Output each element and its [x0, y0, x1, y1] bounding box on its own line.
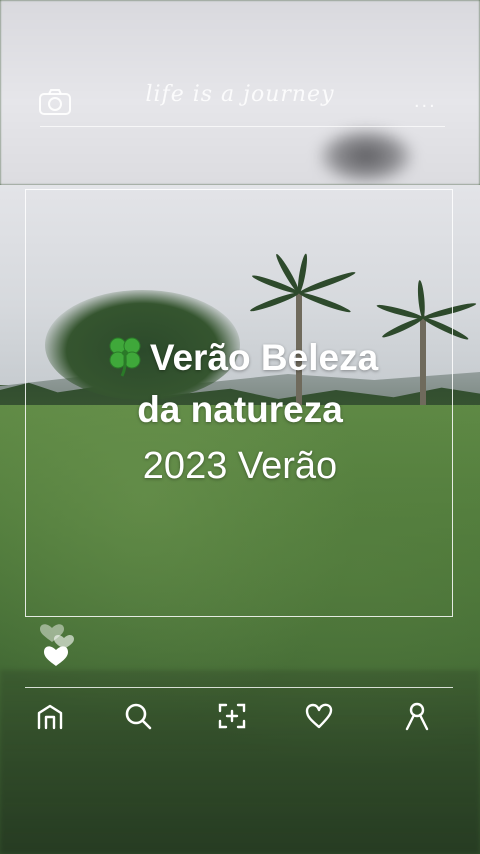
heart-icon: [305, 703, 333, 729]
blurred-dark-spot: [318, 128, 414, 184]
post-caption: Verão Beleza da natureza 2023 Verão: [40, 332, 440, 494]
caption-line-1: Verão Beleza: [40, 332, 440, 384]
caption-line-3: 2023 Verão: [142, 445, 338, 487]
add-icon: [218, 703, 246, 729]
top-bar: life is a journey ...: [0, 70, 480, 130]
nav-search[interactable]: [118, 696, 158, 736]
bottom-nav: [25, 696, 453, 740]
nav-home[interactable]: [30, 696, 70, 736]
nav-activity[interactable]: [299, 696, 339, 736]
home-icon: [37, 704, 63, 730]
tagline: life is a journey: [145, 82, 335, 107]
caption-line-2: da natureza: [137, 389, 343, 430]
camera-icon[interactable]: [38, 88, 72, 116]
four-leaf-clover-icon: [102, 332, 148, 378]
nav-profile[interactable]: [397, 696, 437, 736]
profile-icon: [405, 702, 429, 731]
top-divider: [40, 126, 445, 127]
nav-divider: [25, 687, 453, 688]
nav-add[interactable]: [212, 696, 252, 736]
hearts-icon[interactable]: [38, 610, 82, 670]
more-icon[interactable]: ...: [414, 91, 442, 111]
caption-line-1-text: Verão Beleza: [149, 337, 379, 378]
search-icon: [125, 703, 152, 730]
